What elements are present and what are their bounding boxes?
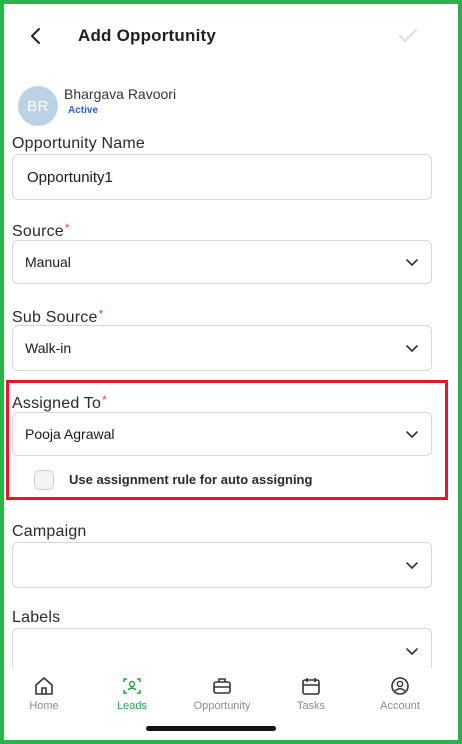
confirm-check-icon[interactable] [398, 28, 418, 44]
nav-account-label: Account [380, 700, 420, 712]
avatar: BR [18, 86, 58, 126]
account-icon [391, 677, 409, 695]
nav-home-label: Home [29, 700, 59, 712]
tasks-icon [302, 678, 320, 695]
app-header: Add Opportunity [4, 4, 458, 68]
campaign-select[interactable] [12, 542, 432, 588]
nav-opportunity[interactable]: Opportunity [182, 676, 262, 712]
leads-icon [123, 678, 141, 694]
nav-tasks-label: Tasks [296, 700, 326, 712]
chevron-down-icon [406, 259, 418, 266]
sub-source-label: Sub Source* [12, 307, 104, 326]
user-name: Bhargava Ravoori [64, 86, 177, 102]
opportunity-name-label: Opportunity Name [12, 135, 146, 152]
opportunity-name-field[interactable] [12, 154, 432, 200]
nav-home[interactable]: Home [4, 676, 84, 712]
highlight-box [6, 380, 448, 500]
labels-label: Labels [12, 609, 61, 626]
chevron-down-icon [406, 562, 418, 569]
user-status-badge: Active [68, 105, 99, 116]
page-title: Add Opportunity [78, 26, 217, 45]
home-indicator [146, 726, 276, 731]
source-value: Manual [25, 254, 71, 270]
source-select[interactable]: Manual [12, 240, 432, 284]
nav-leads-label: Leads [117, 700, 147, 712]
required-asterisk: * [98, 307, 104, 321]
chevron-down-icon [406, 648, 418, 655]
nav-opportunity-label: Opportunity [193, 700, 251, 712]
campaign-label: Campaign [12, 523, 87, 540]
required-asterisk: * [64, 221, 70, 235]
sub-source-select[interactable]: Walk-in [12, 325, 432, 371]
source-label: Source* [12, 221, 70, 240]
home-icon [35, 677, 53, 695]
sub-source-value: Walk-in [25, 340, 72, 356]
opportunity-icon [213, 678, 231, 694]
back-arrow-icon[interactable] [24, 24, 48, 48]
chevron-down-icon [406, 345, 418, 352]
opportunity-name-input[interactable] [25, 167, 409, 187]
nav-leads[interactable]: Leads [92, 676, 172, 712]
nav-account[interactable]: Account [360, 676, 440, 712]
app-screen: Add Opportunity BR Bhargava Ravoori Acti… [4, 4, 458, 740]
nav-tasks[interactable]: Tasks [271, 676, 351, 712]
